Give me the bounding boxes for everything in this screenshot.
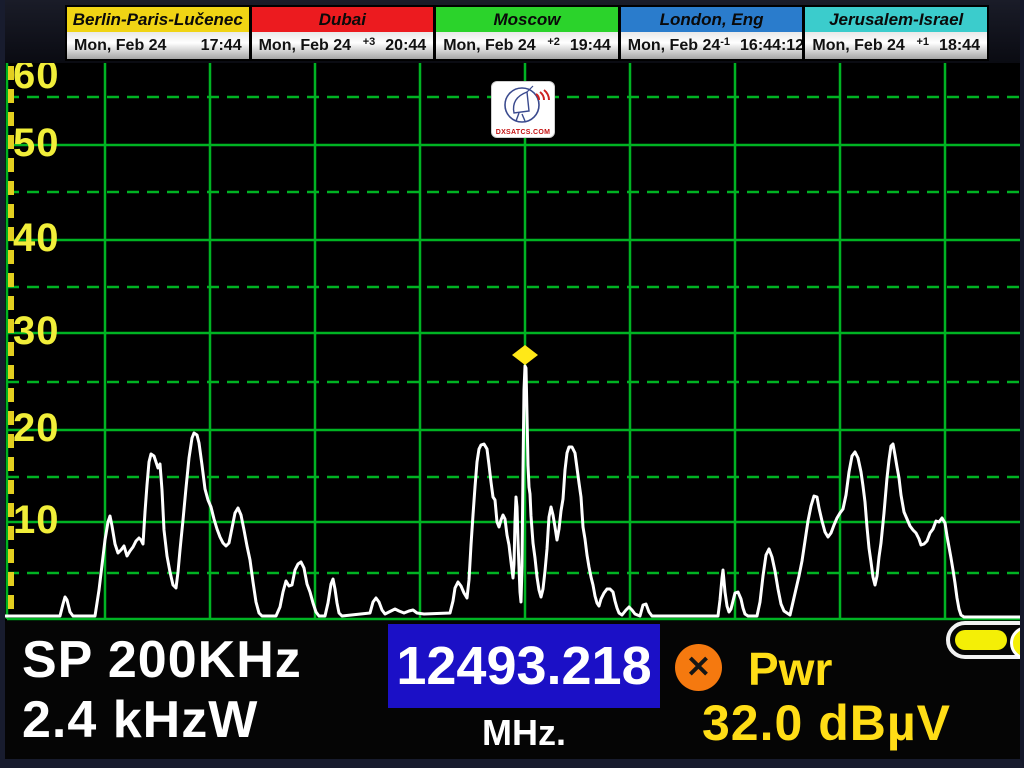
satellite-meter-screen: 605040302010 Berlin-Paris-Lučenec Mon, F… <box>0 0 1024 768</box>
utc-offset: -1 <box>720 36 730 48</box>
toggle-switch[interactable] <box>946 621 1024 659</box>
power-label: Pwr <box>748 642 832 696</box>
y-axis-label: 50 <box>13 121 60 165</box>
city-time-row: Mon, Feb 24 -1 16:44:12 <box>621 32 803 59</box>
city-date: Mon, Feb 24 <box>812 37 916 55</box>
readout-panel: SP 200KHz 2.4 kHzW 12493.218 MHz. ✕ Pwr … <box>0 621 1024 768</box>
frequency-unit-label: MHz. <box>388 712 660 754</box>
city-time: 17:44 <box>201 37 242 55</box>
city-date: Mon, Feb 24 <box>259 37 363 55</box>
power-value: 32.0 dBµV <box>702 694 951 752</box>
utc-offset: +2 <box>547 36 560 48</box>
spectrum-trace <box>0 366 1024 617</box>
city-date: Mon, Feb 24 <box>443 37 547 55</box>
clock-city-berlin-paris-lucenec: Berlin-Paris-Lučenec Mon, Feb 24 17:44 <box>67 7 249 59</box>
clock-city-london: London, Eng Mon, Feb 24 -1 16:44:12 <box>618 7 803 59</box>
y-axis-label: 30 <box>13 309 60 353</box>
y-axis-label: 40 <box>13 216 60 260</box>
clock-city-jerusalem: Jerusalem-Israel Mon, Feb 24 +1 18:44 <box>802 7 987 59</box>
y-axis-label: 20 <box>13 406 60 450</box>
city-time-row: Mon, Feb 24 +3 20:44 <box>252 32 434 59</box>
city-date: Mon, Feb 24 <box>628 37 720 55</box>
frequency-display[interactable]: 12493.218 <box>388 624 660 708</box>
close-icon[interactable]: ✕ <box>675 644 722 691</box>
world-clock-bar: Berlin-Paris-Lučenec Mon, Feb 24 17:44 D… <box>65 5 989 61</box>
y-axis-label: 10 <box>13 498 60 542</box>
bandwidth-readout: 2.4 kHzW <box>22 692 258 748</box>
city-date: Mon, Feb 24 <box>74 37 191 55</box>
city-name: Moscow <box>436 7 618 32</box>
satellite-dish-icon <box>492 82 554 128</box>
city-name: London, Eng <box>621 7 803 32</box>
city-name: Dubai <box>252 7 434 32</box>
city-name: Jerusalem-Israel <box>805 7 987 32</box>
city-name: Berlin-Paris-Lučenec <box>67 7 249 32</box>
city-time: 16:44:12 <box>740 37 804 55</box>
dxsatcs-logo: DXSATCS.COM <box>492 82 554 137</box>
span-readout: SP 200KHz <box>22 632 302 688</box>
world-clock-strip: Berlin-Paris-Lučenec Mon, Feb 24 17:44 D… <box>0 0 1024 63</box>
clock-city-moscow: Moscow Mon, Feb 24 +2 19:44 <box>433 7 618 59</box>
utc-offset: +1 <box>917 36 930 48</box>
toggle-knob[interactable] <box>1010 626 1024 660</box>
logo-text: DXSATCS.COM <box>492 129 554 136</box>
utc-offset: +3 <box>363 36 376 48</box>
city-time: 18:44 <box>939 37 980 55</box>
toggle-track <box>955 630 1007 650</box>
city-time-row: Mon, Feb 24 +1 18:44 <box>805 32 987 59</box>
city-time: 19:44 <box>570 37 611 55</box>
clock-city-dubai: Dubai Mon, Feb 24 +3 20:44 <box>249 7 434 59</box>
city-time-row: Mon, Feb 24 +2 19:44 <box>436 32 618 59</box>
city-time: 20:44 <box>385 37 426 55</box>
peak-marker-diamond[interactable] <box>512 345 538 365</box>
city-time-row: Mon, Feb 24 17:44 <box>67 32 249 59</box>
